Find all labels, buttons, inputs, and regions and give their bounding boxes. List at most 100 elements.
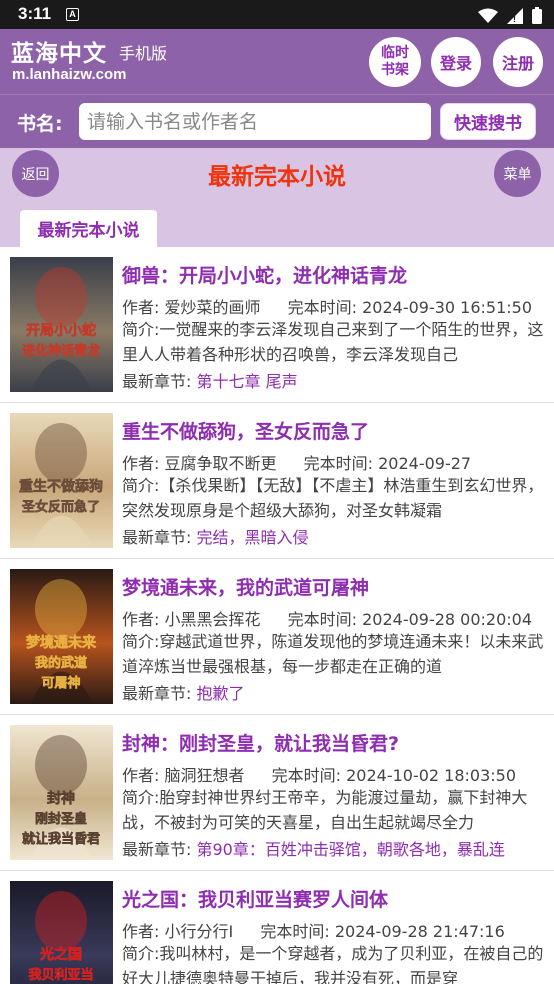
intro-text: 一觉醒来的李云泽发现自己来到了一个陌生的世界，这里人人带着各种形状的召唤兽，李云…	[122, 320, 544, 364]
tab-latest-finished[interactable]: 最新完本小说	[20, 210, 157, 247]
book-cover[interactable]: 光之国我贝利亚当赛罗人间体	[10, 881, 113, 984]
finish-time: 2024-10-02 18:03:50	[346, 766, 517, 785]
svg-text:光之国: 光之国	[39, 946, 82, 963]
latest-chapter-row: 最新章节: 抱歉了	[122, 680, 245, 704]
finish-time-label: 完本时间:	[287, 610, 358, 629]
battery-icon	[532, 7, 542, 24]
book-author: 脑洞狂想者	[164, 766, 245, 785]
latest-chapter-link[interactable]: 完结，黑暗入侵	[197, 528, 309, 547]
intro-text: 我叫林村，是一个穿越者，成为了贝利亚，在被自己的好大儿捷德奥特曼干掉后，我并没有…	[122, 944, 544, 984]
book-item[interactable]: 梦境通未来我的武道可屠神 梦境通未来，我的武道可屠神 作者: 小黑黑会挥花 完本…	[0, 559, 554, 715]
intro-label: 简介:	[122, 476, 160, 495]
latest-chapter-row: 最新章节: 第90章：百姓冲击驿馆，朝歌各地，暴乱连	[122, 836, 505, 860]
latest-chapter-row: 最新章节: 完结，黑暗入侵	[122, 524, 309, 548]
search-button[interactable]: 快速搜书	[440, 103, 536, 140]
book-author: 爱炒菜的画师	[164, 298, 261, 317]
book-list: 开局小小蛇进化神话青龙 御兽：开局小小蛇，进化神话青龙 作者: 爱炒菜的画师 完…	[0, 247, 554, 984]
book-title[interactable]: 御兽：开局小小蛇，进化神话青龙	[122, 261, 407, 288]
finish-time: 2024-09-27	[378, 454, 472, 473]
page-title: 最新完本小说	[208, 164, 346, 190]
finish-time-label: 完本时间:	[271, 766, 342, 785]
book-item[interactable]: 重生不做舔狗 圣女反而急了 重生不做舔狗，圣女反而急了 作者: 豆腐争取不断更 完…	[0, 403, 554, 559]
book-cover[interactable]: 封神刚封圣皇就让我当昏君	[10, 725, 113, 860]
book-author: 小行分行I	[164, 922, 234, 941]
cover-art: 封神刚封圣皇就让我当昏君	[10, 725, 113, 860]
intro-label: 简介:	[122, 320, 160, 339]
latest-chapter-link[interactable]: 第90章：百姓冲击驿馆，朝歌各地，暴乱连	[197, 840, 505, 859]
author-label: 作者:	[122, 298, 160, 317]
svg-text:我贝利亚当: 我贝利亚当	[28, 967, 93, 983]
book-item[interactable]: 光之国我贝利亚当赛罗人间体 光之国：我贝利亚当赛罗人间体 作者: 小行分行I 完…	[0, 871, 554, 984]
book-intro: 简介:我叫林村，是一个穿越者，成为了贝利亚，在被自己的好大儿捷德奥特曼干掉后，我…	[122, 941, 546, 984]
menu-button[interactable]: 菜单	[494, 150, 541, 197]
svg-text:重生不做舔狗: 重生不做舔狗	[19, 478, 103, 495]
svg-text:封神: 封神	[47, 790, 75, 807]
search-bar: 书名: 快速搜书	[0, 94, 554, 148]
tab-row: 最新完本小说	[0, 198, 554, 247]
search-label: 书名:	[17, 113, 63, 135]
svg-text:刚封圣皇: 刚封圣皇	[35, 811, 87, 827]
book-meta: 作者: 豆腐争取不断更 完本时间: 2024-09-27	[122, 450, 471, 474]
cover-art: 开局小小蛇进化神话青龙	[10, 257, 113, 392]
intro-text: 穿越武道世界，陈道发现他的梦境连通未来！以未来武道淬炼当世最强根基，每一步都走在…	[122, 632, 544, 676]
svg-text:!: !	[513, 14, 516, 24]
status-time: 3:11	[18, 4, 52, 23]
book-title[interactable]: 重生不做舔狗，圣女反而急了	[122, 417, 369, 444]
book-intro: 简介:胎穿封神世界纣王帝辛，为能渡过量劫，赢下封神大战，不被封为可笑的天喜星，自…	[122, 785, 546, 835]
latest-chapter-row: 最新章节: 第十七章 尾声	[122, 368, 298, 392]
register-button[interactable]: 注册	[493, 37, 543, 87]
temp-bookshelf-button[interactable]: 临时书架	[369, 37, 421, 87]
site-name[interactable]: 蓝海中文	[11, 34, 107, 68]
book-title[interactable]: 光之国：我贝利亚当赛罗人间体	[122, 885, 388, 912]
finish-time-label: 完本时间:	[287, 298, 358, 317]
temp-bookshelf-label: 临时书架	[381, 45, 409, 78]
intro-label: 简介:	[122, 632, 160, 651]
book-cover[interactable]: 开局小小蛇进化神话青龙	[10, 257, 113, 392]
book-cover[interactable]: 重生不做舔狗 圣女反而急了	[10, 413, 113, 548]
svg-text:开局小小蛇: 开局小小蛇	[26, 322, 96, 339]
intro-label: 简介:	[122, 788, 160, 807]
svg-text:梦境通未来: 梦境通未来	[26, 634, 97, 651]
book-cover[interactable]: 梦境通未来我的武道可屠神	[10, 569, 113, 704]
latest-chapter-label: 最新章节:	[122, 684, 192, 703]
book-meta: 作者: 脑洞狂想者 完本时间: 2024-10-02 18:03:50	[122, 762, 516, 786]
book-intro: 简介:穿越武道世界，陈道发现他的梦境连通未来！以未来武道淬炼当世最强根基，每一步…	[122, 629, 546, 679]
author-label: 作者:	[122, 610, 160, 629]
latest-chapter-link[interactable]: 抱歉了	[197, 684, 245, 703]
book-item[interactable]: 封神刚封圣皇就让我当昏君 封神：刚封圣皇，就让我当昏君? 作者: 脑洞狂想者 完…	[0, 715, 554, 871]
search-input[interactable]	[79, 103, 431, 140]
svg-text:就让我当昏君: 就让我当昏君	[22, 831, 100, 847]
site-header: 蓝海中文 手机版 m.lanhaizw.com 临时书架 登录 注册	[0, 29, 554, 94]
svg-text:进化神话青龙: 进化神话青龙	[22, 343, 100, 359]
status-bar: 3:11 A !	[0, 0, 554, 29]
book-intro: 简介:【杀伐果断】【无敌】【不虐主】林浩重生到玄幻世界，突然发现原身是个超级大舔…	[122, 473, 546, 523]
book-meta: 作者: 小黑黑会挥花 完本时间: 2024-09-28 00:20:04	[122, 606, 532, 630]
book-meta: 作者: 小行分行I 完本时间: 2024-09-28 21:47:16	[122, 918, 505, 942]
finish-time: 2024-09-28 00:20:04	[362, 610, 533, 629]
latest-chapter-label: 最新章节:	[122, 840, 192, 859]
system-icons: !	[474, 5, 542, 25]
finish-time: 2024-09-30 16:51:50	[362, 298, 533, 317]
book-item[interactable]: 开局小小蛇进化神话青龙 御兽：开局小小蛇，进化神话青龙 作者: 爱炒菜的画师 完…	[0, 247, 554, 403]
author-label: 作者:	[122, 922, 160, 941]
svg-text:圣女反而急了: 圣女反而急了	[22, 499, 100, 515]
svg-text:我的武道: 我的武道	[35, 655, 87, 671]
site-domain: m.lanhaizw.com	[12, 66, 127, 83]
book-title[interactable]: 梦境通未来，我的武道可屠神	[122, 573, 369, 600]
book-intro: 简介:一觉醒来的李云泽发现自己来到了一个陌生的世界，这里人人带着各种形状的召唤兽…	[122, 317, 546, 367]
intro-text: 【杀伐果断】【无敌】【不虐主】林浩重生到玄幻世界，突然发现原身是个超级大舔狗，对…	[122, 476, 544, 520]
book-author: 豆腐争取不断更	[164, 454, 277, 473]
notification-icon: A	[66, 8, 79, 21]
book-meta: 作者: 爱炒菜的画师 完本时间: 2024-09-30 16:51:50	[122, 294, 532, 318]
cover-art: 重生不做舔狗圣女反而急了	[10, 413, 113, 548]
latest-chapter-link[interactable]: 第十七章 尾声	[197, 372, 298, 391]
site-subtitle: 手机版	[119, 44, 168, 63]
wifi-icon	[477, 8, 498, 23]
login-button[interactable]: 登录	[431, 37, 481, 87]
book-title[interactable]: 封神：刚封圣皇，就让我当昏君?	[122, 729, 399, 756]
author-label: 作者:	[122, 454, 160, 473]
signal-icon: !	[506, 7, 523, 24]
latest-chapter-label: 最新章节:	[122, 372, 192, 391]
finish-time: 2024-09-28 21:47:16	[334, 922, 505, 941]
svg-text:可屠神: 可屠神	[41, 675, 80, 691]
